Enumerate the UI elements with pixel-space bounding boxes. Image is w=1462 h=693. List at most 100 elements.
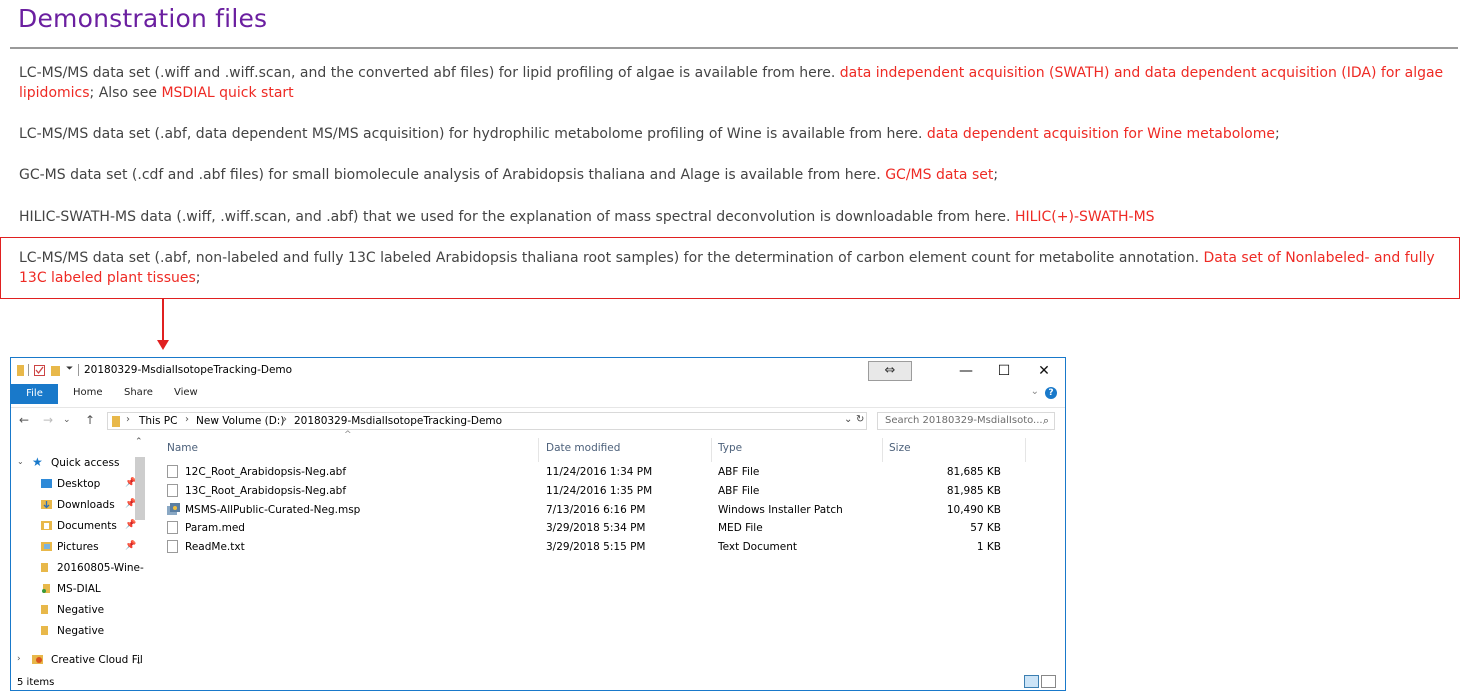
address-row: ← → ⌄ ↑ › This PC › New Volume (D:) › 20… <box>11 407 1065 434</box>
installer-patch-icon <box>167 503 180 515</box>
file-name: Param.med <box>185 522 245 534</box>
chevron-right-icon[interactable]: › <box>17 654 21 664</box>
details-view-icon[interactable] <box>1024 675 1039 688</box>
address-bar[interactable]: › This PC › New Volume (D:) › 20180329-M… <box>107 412 867 430</box>
highlight-box <box>0 237 1460 299</box>
file-icon <box>167 465 178 478</box>
column-divider[interactable] <box>711 438 712 462</box>
file-type: MED File <box>718 522 763 534</box>
paragraph-text: LC-MS/MS data set (.wiff and .wiff.scan,… <box>19 65 840 81</box>
title-divider <box>10 47 1458 49</box>
folder-icon <box>41 605 48 614</box>
file-size: 81,985 KB <box>946 485 1001 497</box>
nav-item-label: Negative <box>57 604 105 616</box>
address-dropdown-icon[interactable]: ⌄ <box>844 414 852 425</box>
folder-icon <box>41 626 48 635</box>
file-name: ReadMe.txt <box>185 541 245 553</box>
nav-item-label: Negative <box>57 625 105 637</box>
navigation-pane: ⌄ ★ Quick access Desktop 📌 Downloads 📌 D… <box>11 437 147 673</box>
up-arrow-icon[interactable]: ↑ <box>85 413 95 427</box>
separator <box>28 364 29 376</box>
new-folder-icon[interactable] <box>51 365 60 376</box>
file-date: 3/29/2018 5:15 PM <box>546 541 646 553</box>
chevron-down-icon[interactable]: ⌄ <box>17 457 24 466</box>
column-header-name[interactable]: Name <box>167 442 198 454</box>
scroll-down-icon[interactable]: ⌄ <box>135 657 143 667</box>
close-button[interactable]: ✕ <box>1025 360 1063 382</box>
search-input[interactable]: Search 20180329-MsdialIsoto... ⌕ <box>877 412 1055 430</box>
paragraph-text: ; <box>993 167 999 183</box>
forward-arrow-icon[interactable]: → <box>43 413 53 427</box>
customize-toolbar-icon[interactable]: ⏷ <box>66 364 73 374</box>
breadcrumb-separator: › <box>283 414 287 425</box>
file-row[interactable]: Param.med 3/29/2018 5:34 PM MED File 57 … <box>167 520 1007 538</box>
paragraph-hilic: HILIC-SWATH-MS data (.wiff, .wiff.scan, … <box>19 207 1444 227</box>
paragraph-gcms: GC-MS data set (.cdf and .abf files) for… <box>19 165 1444 185</box>
nav-item-label: Documents <box>57 520 117 532</box>
large-icons-view-icon[interactable] <box>1041 675 1056 688</box>
file-row[interactable]: MSMS-AllPublic-Curated-Neg.msp 7/13/2016… <box>167 502 1007 520</box>
tab-home[interactable]: Home <box>73 387 103 398</box>
file-name: MSMS-AllPublic-Curated-Neg.msp <box>185 504 361 516</box>
file-row[interactable]: 12C_Root_Arabidopsis-Neg.abf 11/24/2016 … <box>167 464 1007 482</box>
file-name: 12C_Root_Arabidopsis-Neg.abf <box>185 466 347 478</box>
nav-item-label: Creative Cloud Fil <box>51 654 143 666</box>
paragraph-text: ; Also see <box>89 85 162 101</box>
column-divider[interactable] <box>538 438 539 462</box>
back-arrow-icon[interactable]: ← <box>19 413 29 427</box>
refresh-icon[interactable]: ↻ <box>856 414 864 425</box>
paragraph-text: ; <box>1275 126 1280 142</box>
breadcrumb-separator: › <box>185 414 189 425</box>
breadcrumb-current-folder[interactable]: 20180329-MsdialIsotopeTracking-Demo <box>294 415 502 427</box>
swap-icon[interactable]: ⇔ <box>868 361 912 381</box>
paragraph-text: LC-MS/MS data set (.abf, data dependent … <box>19 126 927 142</box>
breadcrumb-new-volume[interactable]: New Volume (D:) <box>196 415 284 427</box>
nav-scrollbar[interactable]: ⌃ ⌄ <box>133 437 147 673</box>
msdial-quick-start-link[interactable]: MSDIAL quick start <box>161 85 293 101</box>
nav-item-label: Downloads <box>57 499 115 511</box>
paragraph-algae: LC-MS/MS data set (.wiff and .wiff.scan,… <box>19 63 1444 103</box>
search-icon: ⌕ <box>1042 414 1049 427</box>
tab-file[interactable]: File <box>11 384 58 404</box>
file-date: 11/24/2016 1:35 PM <box>546 485 653 497</box>
column-divider[interactable] <box>882 438 883 462</box>
column-header-date[interactable]: Date modified <box>546 442 620 454</box>
column-header-size[interactable]: Size <box>889 442 911 454</box>
tab-view[interactable]: View <box>174 387 198 398</box>
column-header-type[interactable]: Type <box>718 442 742 454</box>
wine-metabolome-link[interactable]: data dependent acquisition for Wine meta… <box>927 126 1275 142</box>
folder-icon <box>17 365 24 376</box>
file-type: Windows Installer Patch <box>718 504 843 516</box>
explorer-window: ⏷ 20180329-MsdialIsotopeTracking-Demo ⇔ … <box>10 357 1066 691</box>
file-size: 81,685 KB <box>946 466 1001 478</box>
page-title: Demonstration files <box>18 4 268 33</box>
minimize-button[interactable]: — <box>947 360 985 382</box>
folder-icon <box>42 584 50 593</box>
documents-folder-icon <box>41 521 52 530</box>
file-row[interactable]: ReadMe.txt 3/29/2018 5:15 PM Text Docume… <box>167 539 1007 557</box>
tab-share[interactable]: Share <box>124 387 153 398</box>
help-icon[interactable]: ? <box>1045 387 1057 399</box>
expand-ribbon-icon[interactable]: ⌄ <box>1031 386 1039 397</box>
nav-item-label: Quick access <box>51 457 120 469</box>
scrollbar-thumb[interactable] <box>135 457 145 520</box>
title-bar[interactable]: ⏷ 20180329-MsdialIsotopeTracking-Demo ⇔ … <box>11 358 1065 384</box>
search-placeholder: Search 20180329-MsdialIsoto... <box>885 415 1043 426</box>
file-size: 57 KB <box>970 522 1001 534</box>
file-row[interactable]: 13C_Root_Arabidopsis-Neg.abf 11/24/2016 … <box>167 483 1007 501</box>
star-icon: ★ <box>32 455 43 469</box>
maximize-button[interactable]: ☐ <box>985 360 1023 382</box>
nav-item-label: Desktop <box>57 478 101 490</box>
nav-item-label: Pictures <box>57 541 99 553</box>
callout-arrow-line <box>162 299 164 342</box>
column-divider[interactable] <box>1025 438 1026 462</box>
breadcrumb-this-pc[interactable]: This PC <box>139 415 177 427</box>
item-count: 5 items <box>17 677 55 688</box>
hilic-swath-ms-link[interactable]: HILIC(+)-SWATH-MS <box>1015 209 1155 225</box>
properties-icon[interactable] <box>34 365 45 376</box>
scroll-up-icon[interactable]: ⌃ <box>135 437 143 447</box>
download-folder-icon <box>41 500 52 509</box>
recent-locations-icon[interactable]: ⌄ <box>63 415 71 425</box>
gcms-data-set-link[interactable]: GC/MS data set <box>885 167 993 183</box>
breadcrumb-separator: › <box>126 414 130 425</box>
